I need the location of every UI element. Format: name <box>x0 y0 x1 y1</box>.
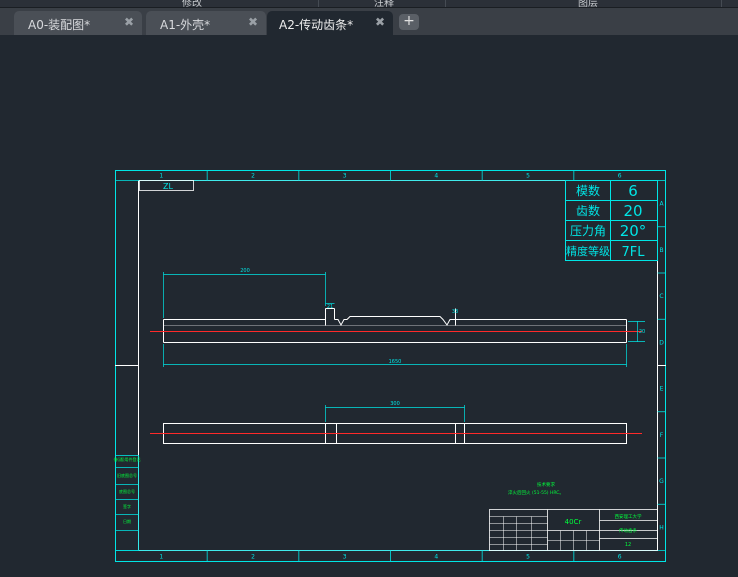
title-company: 西安理工大学 <box>615 513 642 520</box>
side-label: 签字 <box>123 503 131 509</box>
ribbon-panel-bar: 修改 注释 图层 <box>0 0 738 9</box>
param-value: 6 <box>628 182 638 200</box>
zone-column-label: 1 <box>159 173 163 180</box>
zone-column-label: 3 <box>343 554 347 561</box>
ribbon-divider <box>721 0 722 7</box>
side-label: 借(通)用件登记 <box>113 456 140 462</box>
param-name: 压力角 <box>570 224 606 238</box>
param-value: 20° <box>620 222 647 240</box>
zone-column-label: 5 <box>526 554 530 561</box>
zone-row-label: B <box>659 247 663 254</box>
zone-column-label: 5 <box>526 173 530 180</box>
zone-column-label: 3 <box>343 173 347 180</box>
zone-column-label: 2 <box>251 173 255 180</box>
rack-front-view: 200 21 33 1650 20 <box>150 268 645 367</box>
close-icon[interactable]: ✖ <box>375 15 385 29</box>
zone-row-label: F <box>660 432 664 439</box>
side-label: 底图总号 <box>119 488 135 494</box>
new-tab-button[interactable]: + <box>399 14 419 30</box>
dim-height: 20 <box>639 329 645 335</box>
tab-a0-assembly[interactable]: A0-装配图* ✖ <box>14 11 142 35</box>
title-material: 40Cr <box>565 518 582 526</box>
drawing-canvas[interactable]: 123456 123456 ABCDEFGH ZL 模数 6 齿数 20 压力角… <box>0 34 738 573</box>
zone-column-label: 1 <box>159 554 163 561</box>
ribbon-divider <box>445 0 446 7</box>
zone-column-labels-bottom: 1 2 3 4 5 6 <box>159 550 622 562</box>
side-label: 日期 <box>123 518 131 524</box>
title-sheet: 12 <box>625 542 631 548</box>
zone-column-labels-top: 1 2 3 4 5 6 <box>159 170 622 181</box>
document-tab-bar: A0-装配图* ✖ A1-外壳* ✖ A2-传动齿条* ✖ <box>0 8 738 38</box>
ribbon-divider <box>318 0 319 7</box>
drawing-svg: 123456 123456 ABCDEFGH ZL 模数 6 齿数 20 压力角… <box>113 170 666 562</box>
param-name: 精度等级 <box>566 244 610 258</box>
zone-row-label: C <box>659 293 663 300</box>
tab-label: A2-传动齿条* <box>279 18 354 32</box>
side-label: 旧底图总号 <box>117 472 137 478</box>
dim-tooth: 33 <box>452 309 458 315</box>
dim-bottom: 300 <box>390 401 400 407</box>
param-name: 齿数 <box>576 203 600 218</box>
gear-parameters-table: 模数 6 齿数 20 压力角 20° 精度等级 7FL <box>565 180 658 261</box>
tech-notes-line: 淬火后回火 (51-55) HRC。 <box>508 489 564 496</box>
dim-step: 21 <box>327 304 333 310</box>
title-block: 40Cr 西安理工大学 传动齿条 12 <box>489 509 658 551</box>
zone-column-label: 6 <box>618 173 622 180</box>
zone-column-label: 4 <box>434 173 438 180</box>
dim-total: 1650 <box>389 359 402 365</box>
param-value: 7FL <box>622 245 646 260</box>
zone-row-label: H <box>659 524 664 531</box>
param-name: 模数 <box>576 183 600 198</box>
zone-column-label: 4 <box>434 554 438 561</box>
side-registration-table: 借(通)用件登记 旧底图总号 底图总号 签字 日期 <box>113 455 141 551</box>
tech-notes-title: 技术要求 <box>537 481 555 488</box>
zone-column-label: 6 <box>618 554 622 561</box>
zone-row-label: G <box>659 478 664 485</box>
param-value: 20 <box>623 202 642 220</box>
close-icon[interactable]: ✖ <box>248 15 258 29</box>
tab-a1-housing[interactable]: A1-外壳* ✖ <box>146 11 266 35</box>
zone-row-label: E <box>660 386 664 393</box>
close-icon[interactable]: ✖ <box>124 15 134 29</box>
title-part-name: 传动齿条 <box>619 527 637 534</box>
rack-top-view: 300 <box>150 401 642 444</box>
zone-column-label: 2 <box>251 554 255 561</box>
zone-row-label: D <box>659 339 664 346</box>
zone-row-label: A <box>659 201 664 208</box>
tab-label: A1-外壳* <box>160 18 211 32</box>
corner-label: ZL <box>163 182 173 191</box>
dim-top-left: 200 <box>240 268 250 274</box>
tab-label: A0-装配图* <box>28 18 91 32</box>
